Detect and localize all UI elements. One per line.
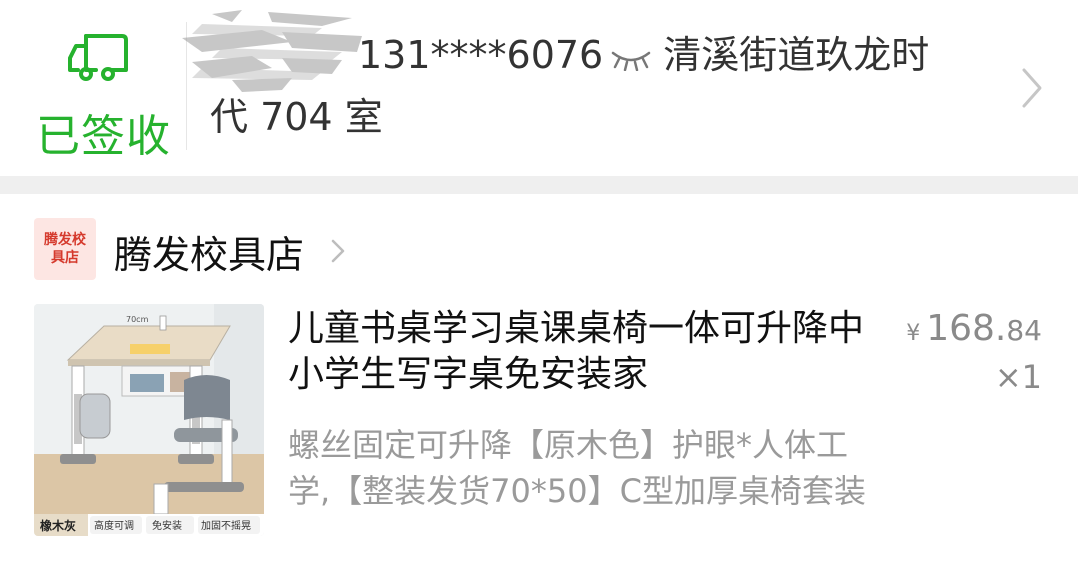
shop-logo[interactable]: 腾发校 具店	[34, 218, 96, 280]
masked-phone: 131****6076	[358, 33, 604, 77]
shop-chevron-right-icon[interactable]	[330, 238, 346, 264]
shop-logo-text-1: 腾发校	[44, 232, 86, 248]
address-line-2: 代 704 室	[210, 95, 383, 139]
delivery-status: 已签收	[36, 111, 171, 162]
price-integer: 168.	[926, 308, 1007, 349]
currency-symbol: ¥	[906, 321, 921, 346]
product-thumbnail[interactable]: 70cm 橡木灰 高度可调 免安装 加固不摇晃	[34, 304, 264, 536]
thumb-tag-2: 高度可调	[94, 519, 134, 532]
address-line-1: 清溪街道玖龙时	[663, 33, 930, 77]
truck-icon	[68, 34, 128, 81]
shop-name[interactable]: 腾发校具店	[114, 224, 304, 279]
svg-text:70cm: 70cm	[126, 315, 149, 324]
product-quantity: ×1	[994, 358, 1042, 396]
shop-logo-text-2: 具店	[51, 250, 79, 266]
order-item-card: 腾发校 具店 腾发校具店 70cm 橡木灰 高度可调 免安装 加固不摇晃 儿童书…	[0, 194, 1078, 588]
closed-eye-icon[interactable]	[609, 45, 653, 71]
product-price: ¥168.84	[906, 308, 1042, 349]
thumb-tag-4: 加固不摇晃	[201, 519, 251, 532]
chevron-right-icon[interactable]	[1018, 66, 1046, 110]
thumb-tag-1: 橡木灰	[40, 518, 76, 533]
delivery-address-card[interactable]: 已签收 131****6076 清溪街道玖龙时 代 704 室	[0, 0, 1078, 176]
section-separator	[0, 176, 1078, 194]
desk-chair-image: 70cm 橡木灰 高度可调 免安装 加固不摇晃	[34, 304, 264, 536]
price-cents: 84	[1006, 314, 1042, 347]
thumb-tag-3: 免安装	[152, 519, 182, 532]
delivery-address: 131****6076 清溪街道玖龙时 代 704 室	[210, 24, 990, 148]
product-title[interactable]: 儿童书桌学习桌课桌椅一体可升降中小学生写字桌免安装家	[288, 306, 868, 398]
product-spec: 螺丝固定可升降【原木色】护眼*人体工学,【整装发货70*50】C型加厚桌椅套装	[288, 426, 866, 510]
